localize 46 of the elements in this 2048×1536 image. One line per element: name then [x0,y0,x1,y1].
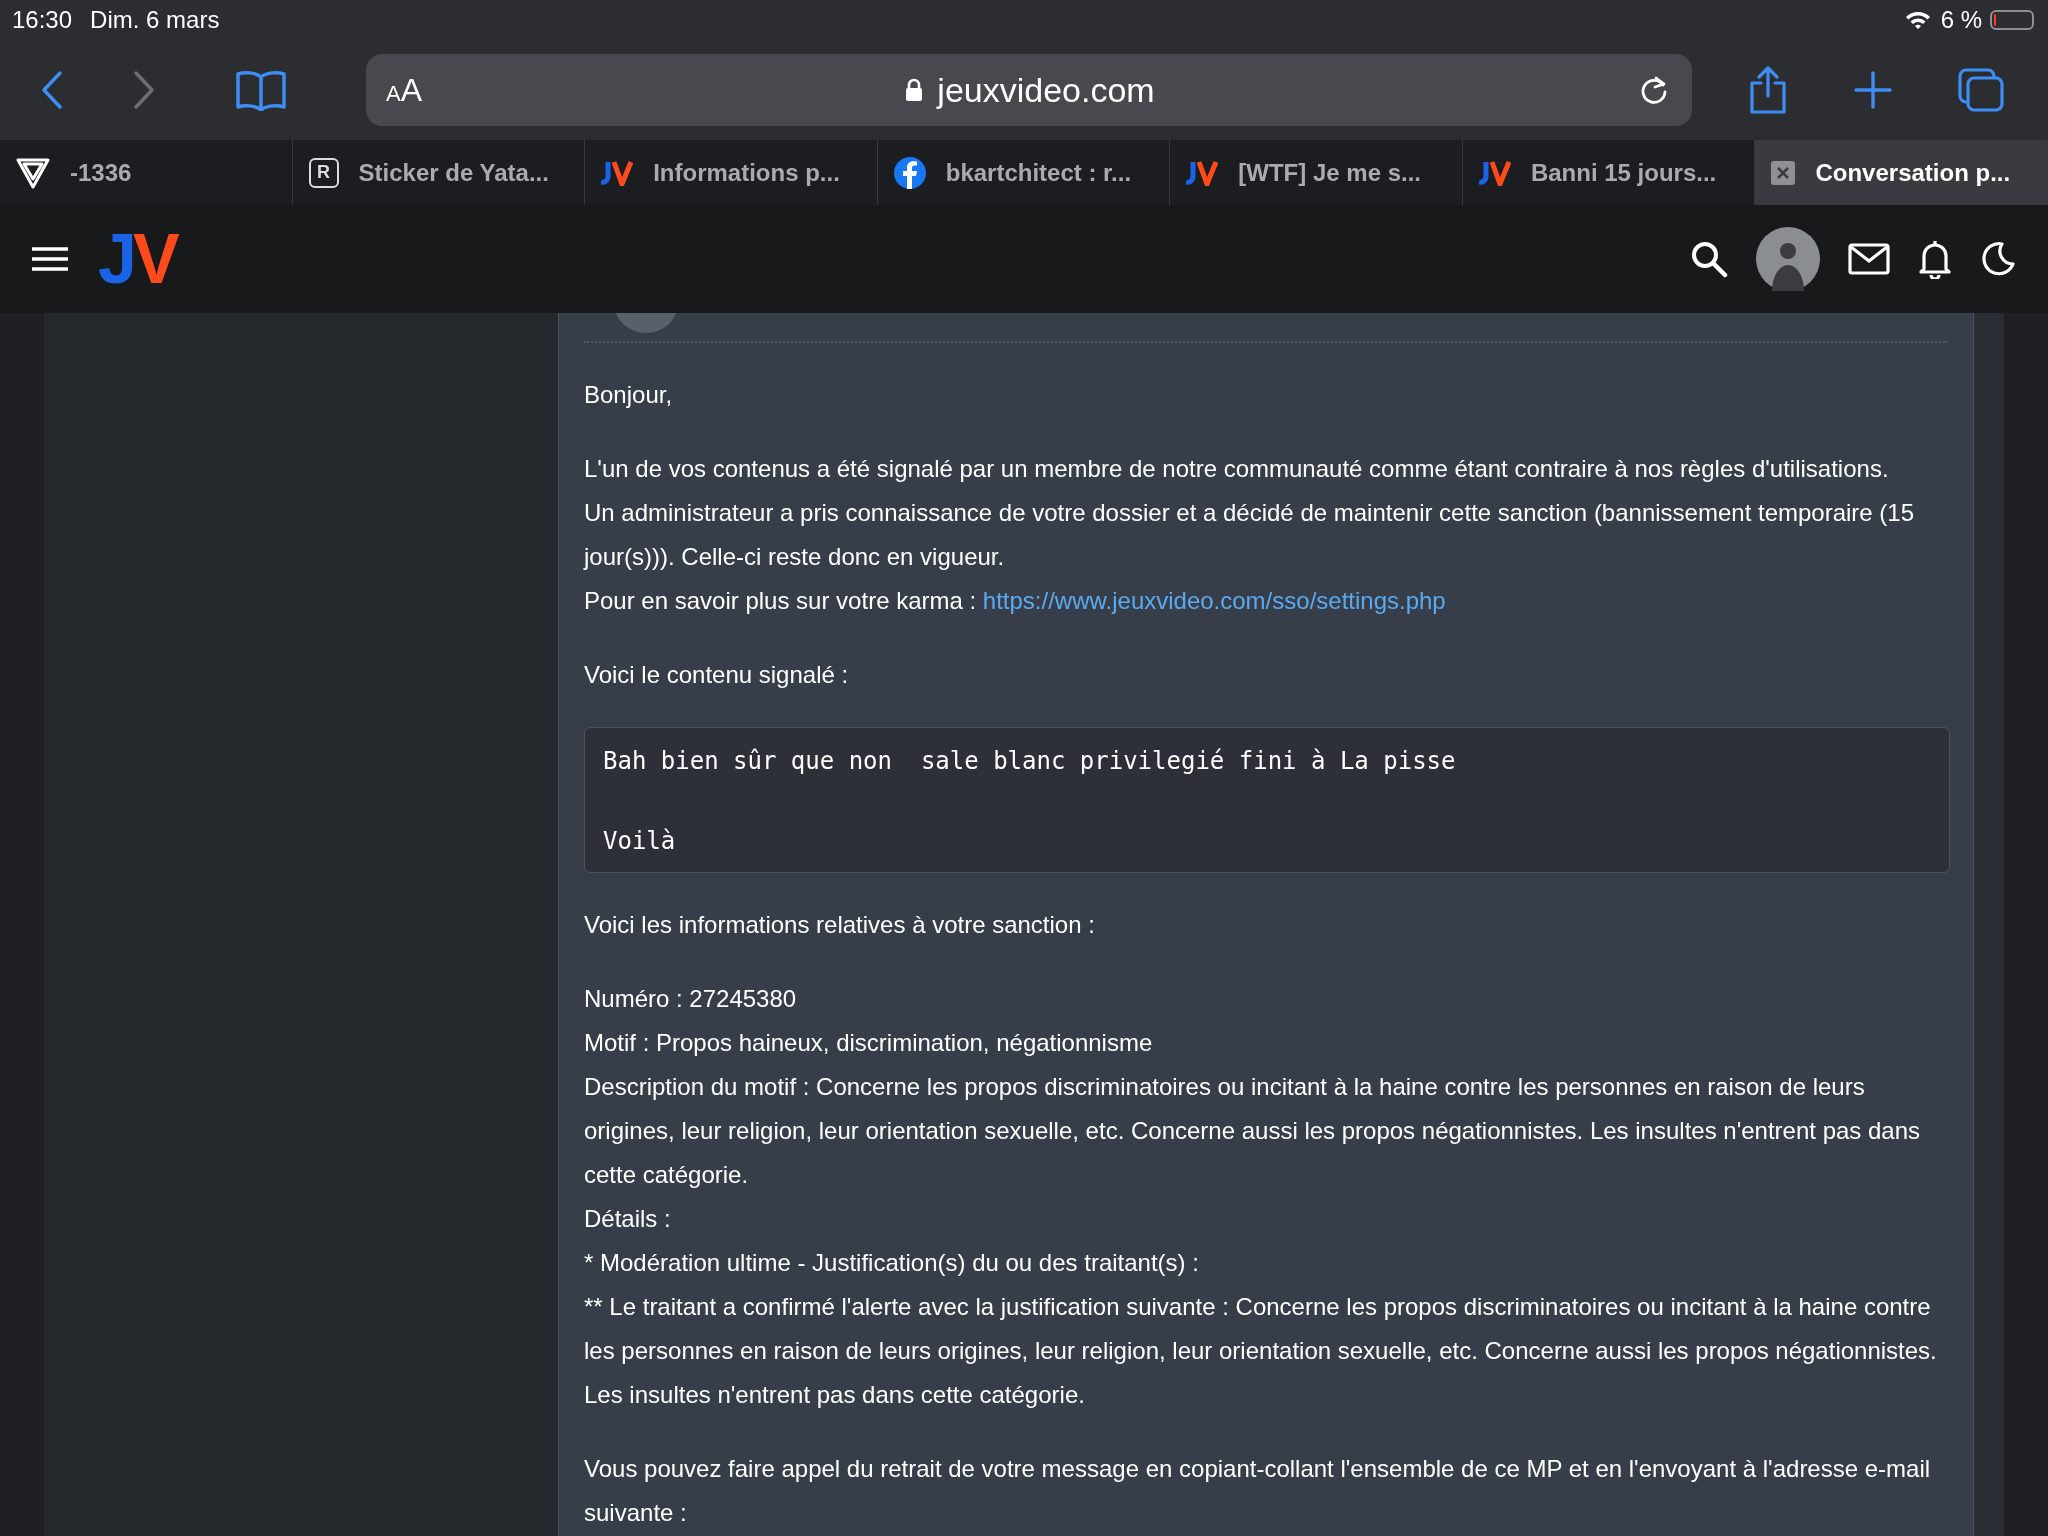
avatar[interactable] [1756,227,1820,291]
message-text: Vous pouvez faire appel du retrait de votre message en copiant-collant l'ensemble de ce MP et en l'envoyant à l'adresse e-mail suivante : [584,1455,1931,1526]
message-text: Détails : [584,1205,671,1232]
close-icon[interactable] [1771,160,1796,185]
wifi-icon [1904,10,1931,30]
menu-icon[interactable] [32,246,68,272]
back-icon[interactable] [40,70,64,110]
battery-percent: 6 % [1940,6,1982,34]
mail-icon[interactable] [1848,243,1890,275]
message-text: * Modération ultime - Justification(s) du ou des traitant(s) : [584,1249,1199,1276]
message-text: Numéro : 27245380 [584,985,797,1012]
message-text: L'un de vos contenus a été signalé par un membre de notre communauté comme étant contraire à nos règles d'utilisations. [584,455,1889,482]
tabs-overview-icon[interactable] [1958,68,2004,112]
tab-favicon: R [308,157,339,188]
lock-icon [905,78,924,102]
book-icon[interactable] [236,69,286,111]
battery-icon [1990,10,2034,30]
status-date: Dim. 6 mars [90,6,220,34]
address-bar[interactable]: AA jeuxvideo.com [366,54,1692,126]
message-text: Pour en savoir plus sur votre karma : [584,587,978,614]
message-text: Motif : Propos haineux, discrimination, négationnisme [584,1029,1153,1056]
message-text: Description du motif : Concerne les propos discriminatoires ou incitant à la haine contre les personnes en raison de leurs origines, leur religion, leur orientation sexuelle, etc. Concerne aussi les propos négationnistes. Les insultes n'entrent pas dans cette catégorie. [584,1073,1921,1188]
forward-icon[interactable] [132,70,156,110]
site-logo[interactable]: JV [96,220,186,298]
message-text: ** Le traitant a confirmé l'alerte avec la justification suivante : Concerne les propos discriminatoires ou incitant à la haine contre les personnes en raison de leurs origines, leur religion, leur orientation sexuelle, etc. Concerne aussi les propos négationnistes. Les insultes n'entrent pas dans cette catégorie. [584,1293,1937,1408]
jv-logo-icon [1478,159,1511,186]
search-icon[interactable] [1690,240,1728,278]
message-text: Bonjour, [584,381,673,408]
message-text: Voici les informations relatives à votre sanction : [584,911,1095,938]
jv-logo-icon [601,159,634,186]
message-text: Un administrateur a pris connaissance de votre dossier et a décidé de maintenir cette sanction (bannissement temporaire (15 jour(s))). Celle-ci reste donc en vigueur. [584,499,1915,570]
text-size-button[interactable]: AA [386,71,423,109]
new-tab-icon[interactable] [1854,71,1892,109]
bell-icon[interactable] [1918,239,1952,279]
triangle-logo-icon [16,156,50,189]
status-time: 16:30 [12,6,73,34]
message-text: Voici le contenu signalé : [584,661,849,688]
address-text: jeuxvideo.com [937,70,1155,110]
quoted-text: Bah bien sûr que non sale blanc privilegié fini à La pisse [603,747,1456,775]
facebook-logo-icon [893,156,926,189]
jv-logo-icon [1186,159,1219,186]
quoted-text: Voilà [603,827,676,855]
moon-icon[interactable] [1980,241,2016,277]
settings-link[interactable]: https://www.jeuxvideo.com/sso/settings.php [982,587,1446,614]
browser-tab[interactable]: Conversation p... [1755,140,2048,205]
share-icon[interactable] [1748,66,1788,114]
